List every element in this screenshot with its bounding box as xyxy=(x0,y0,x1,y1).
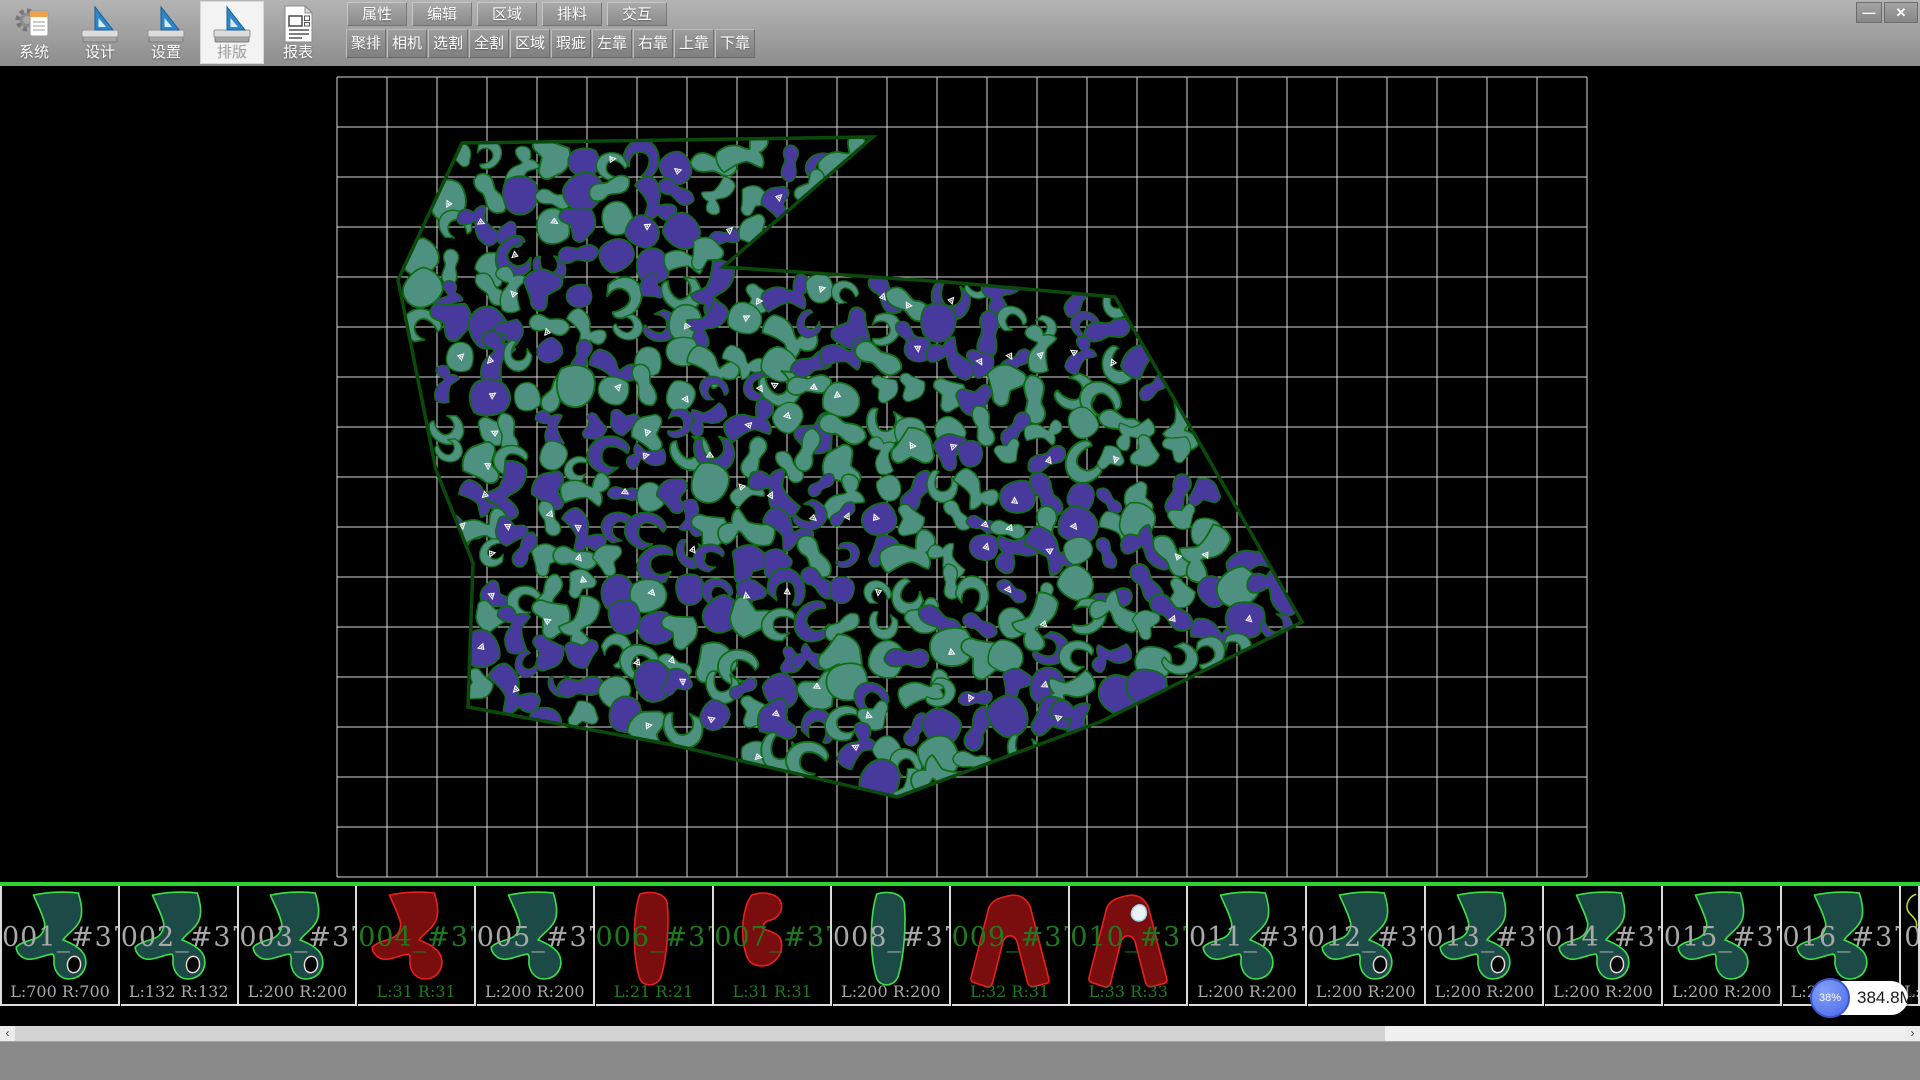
canvas-svg xyxy=(0,66,1920,882)
progress-circle-icon: 38% xyxy=(1810,978,1850,1018)
ribbon-button-snap-bottom[interactable]: 下靠 xyxy=(715,29,755,58)
ribbon-button-select-cut[interactable]: 选割 xyxy=(428,29,468,58)
piece-thumbnail[interactable]: 011_#37 L:200 R:200 xyxy=(1189,886,1307,1006)
app-tab-label: 报表 xyxy=(266,41,330,62)
piece-count-label: L:200 R:200 xyxy=(477,982,593,1001)
piece-count-label: L:700 R:700 xyxy=(2,982,118,1001)
piece-thumbnail[interactable]: 004_#37 L:31 R:31 xyxy=(358,886,476,1006)
nesting-icon xyxy=(211,3,253,45)
close-button[interactable]: ✕ xyxy=(1884,2,1918,23)
pieces-strip: 001_#37L:700 R:700002_#37L:132 R:132003_… xyxy=(0,886,1920,1006)
status-badge: 38% 384.8M xyxy=(1812,981,1908,1015)
piece-count-label: L:132 R:132 xyxy=(121,982,237,1001)
piece-thumbnail[interactable]: 012_#37 L:200 R:200 xyxy=(1308,886,1426,1006)
piece-count-label: L:200 R:200 xyxy=(1189,982,1305,1001)
ribbon-button-defect[interactable]: 瑕疵 xyxy=(551,29,591,58)
piece-thumbnail[interactable]: 002_#37 L:132 R:132 xyxy=(121,886,239,1006)
settings-icon xyxy=(145,3,187,45)
ribbon-button-camera[interactable]: 相机 xyxy=(387,29,427,58)
memory-usage-label: 384.8M xyxy=(1857,988,1914,1008)
app-tab-label: 设计 xyxy=(68,41,132,62)
piece-id-label: 002_#37 xyxy=(121,922,237,953)
piece-count-label: L:32 R:31 xyxy=(952,982,1068,1001)
piece-id-label: 013_#37 xyxy=(1426,922,1542,953)
toolbar: 系统设计设置排版报表 属性编辑区域排料交互 聚排相机选割全割区域瑕疵左靠右靠上靠… xyxy=(0,0,1920,66)
piece-id-label: 004_#37 xyxy=(358,922,474,953)
piece-count-label: L:200 R:200 xyxy=(1545,982,1661,1001)
piece-thumbnail[interactable]: 008_#37 L:200 R:200 xyxy=(833,886,951,1006)
piece-count-label: L:21 R:21 xyxy=(596,982,712,1001)
app-tab-nesting[interactable]: 排版 xyxy=(200,1,264,64)
ribbon-button-snap-left[interactable]: 左靠 xyxy=(592,29,632,58)
nesting-app-window: 系统设计设置排版报表 属性编辑区域排料交互 聚排相机选割全割区域瑕疵左靠右靠上靠… xyxy=(0,0,1920,1080)
piece-thumbnail[interactable]: 005_#37 L:200 R:200 xyxy=(477,886,595,1006)
piece-id-label: 005_#37 xyxy=(477,922,593,953)
app-tab-label: 系统 xyxy=(2,41,66,62)
piece-thumbnail[interactable]: 006_#37 L:21 R:21 xyxy=(596,886,714,1006)
scrollbar-thumb[interactable] xyxy=(15,1026,1385,1041)
piece-thumbnail[interactable]: 009_#37 L:32 R:31 xyxy=(952,886,1070,1006)
ribbon-button-region[interactable]: 区域 xyxy=(510,29,550,58)
piece-thumbnail[interactable]: 013_#37 L:200 R:200 xyxy=(1426,886,1544,1006)
ribbon-button-cluster-nest[interactable]: 聚排 xyxy=(346,29,386,58)
app-tab-label: 设置 xyxy=(134,41,198,62)
status-bar xyxy=(0,1041,1920,1080)
menu-tab-properties[interactable]: 属性 xyxy=(347,2,407,26)
piece-count-label: L:33 R:33 xyxy=(1070,982,1186,1001)
app-tab-settings[interactable]: 设置 xyxy=(134,1,198,64)
minimize-button[interactable]: — xyxy=(1856,2,1882,23)
piece-thumbnail[interactable]: 007_#37 L:31 R:31 xyxy=(714,886,832,1006)
scroll-right-arrow-icon[interactable]: › xyxy=(1905,1026,1920,1041)
system-icon xyxy=(13,3,55,45)
piece-id-label: 010_#37 xyxy=(1070,922,1186,953)
piece-id-label: 016_#37 xyxy=(1783,922,1899,953)
piece-id-label: 015_#37 xyxy=(1664,922,1780,953)
horizontal-scrollbar[interactable]: ‹ › xyxy=(0,1026,1920,1041)
menu-tab-edit[interactable]: 编辑 xyxy=(412,2,472,26)
piece-id-label: 006_#37 xyxy=(596,922,712,953)
piece-id-label: 008_#37 xyxy=(833,922,949,953)
piece-id-label: 001_#37 xyxy=(2,922,118,953)
menu-tab-nesting[interactable]: 排料 xyxy=(542,2,602,26)
app-tab-system[interactable]: 系统 xyxy=(2,1,66,64)
scroll-left-arrow-icon[interactable]: ‹ xyxy=(0,1026,15,1041)
nesting-canvas[interactable] xyxy=(0,66,1920,882)
piece-id-label: 007_#37 xyxy=(714,922,830,953)
piece-count-label: L:200 R:200 xyxy=(1664,982,1780,1001)
piece-count-label: L:31 R:31 xyxy=(714,982,830,1001)
piece-count-label: L:200 R:200 xyxy=(1308,982,1424,1001)
piece-id-label: 012_#37 xyxy=(1308,922,1424,953)
app-tab-report[interactable]: 报表 xyxy=(266,1,330,64)
piece-count-label: L:200 R:200 xyxy=(833,982,949,1001)
piece-thumbnail[interactable]: 014_#37 L:200 R:200 xyxy=(1545,886,1663,1006)
ribbon-button-snap-top[interactable]: 上靠 xyxy=(674,29,714,58)
menu-tab-region[interactable]: 区域 xyxy=(477,2,537,26)
ribbon-button-snap-right[interactable]: 右靠 xyxy=(633,29,673,58)
piece-thumbnail[interactable]: 001_#37 L:700 R:700 xyxy=(2,886,120,1006)
design-icon xyxy=(79,3,121,45)
piece-id-label: 009_#37 xyxy=(952,922,1068,953)
piece-id-label: 011_#37 xyxy=(1189,922,1305,953)
piece-thumbnail[interactable]: 003_#37 L:200 R:200 xyxy=(239,886,357,1006)
report-icon xyxy=(277,3,319,45)
piece-thumbnail[interactable]: 010_#37 L:33 R:33 xyxy=(1070,886,1188,1006)
piece-thumbnail[interactable]: 015_#37 L:200 R:200 xyxy=(1664,886,1782,1006)
piece-id-label: 0 xyxy=(1901,922,1920,953)
piece-id-label: 003_#37 xyxy=(239,922,355,953)
ribbon-button-cut-all[interactable]: 全割 xyxy=(469,29,509,58)
app-tab-label: 排版 xyxy=(200,41,264,62)
piece-count-label: L:200 R:200 xyxy=(239,982,355,1001)
piece-id-label: 014_#37 xyxy=(1545,922,1661,953)
app-tab-design[interactable]: 设计 xyxy=(68,1,132,64)
menu-tab-interact[interactable]: 交互 xyxy=(607,2,667,26)
piece-count-label: L:200 R:200 xyxy=(1426,982,1542,1001)
piece-count-label: L:31 R:31 xyxy=(358,982,474,1001)
